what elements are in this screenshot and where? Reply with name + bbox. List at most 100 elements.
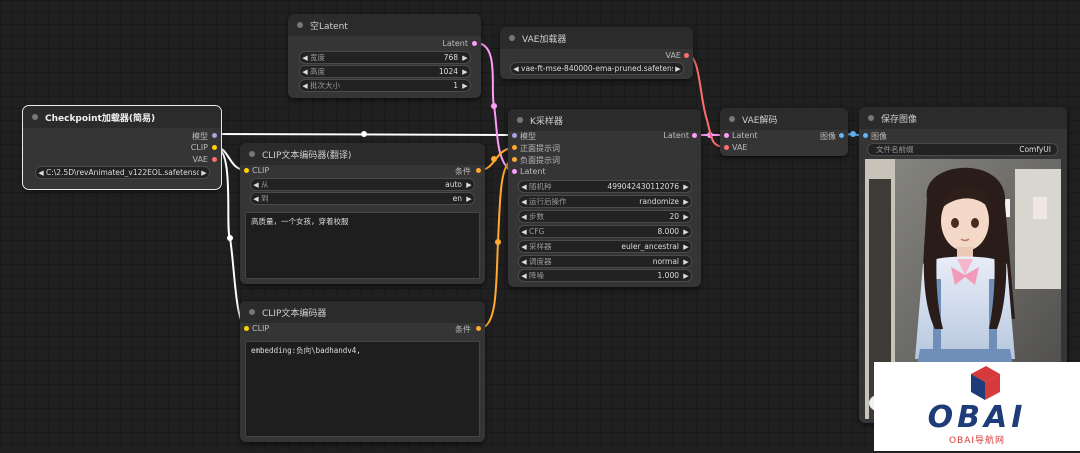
decrement-arrow-icon[interactable]: ◀ xyxy=(300,68,310,76)
widget-label: 文件名前缀 xyxy=(876,145,914,154)
decrement-arrow-icon[interactable]: ◀ xyxy=(519,198,529,206)
watermark-logo: OBAI OBAI导航网 xyxy=(874,362,1080,451)
increment-arrow-icon[interactable]: ▶ xyxy=(681,228,691,236)
input-clip-socket[interactable] xyxy=(244,168,249,173)
output-latent-socket[interactable] xyxy=(472,41,477,46)
decrement-arrow-icon[interactable]: ◀ xyxy=(36,169,46,177)
widget-label: 降噪 xyxy=(529,271,544,280)
sampler-widget[interactable]: ◀ 采样器 euler_ancestral ▶ xyxy=(518,240,692,253)
widget-label: 调度器 xyxy=(529,257,552,266)
decrement-arrow-icon[interactable]: ◀ xyxy=(300,54,310,62)
output-latent-socket[interactable] xyxy=(692,133,697,138)
output-vae-label: VAE xyxy=(665,51,682,60)
node-checkpoint-loader[interactable]: Checkpoint加载器(简易) 模型 CLIP VAE ◀ C:\2.5D\… xyxy=(22,105,222,190)
scheduler-widget[interactable]: ◀ 调度器 normal ▶ xyxy=(518,255,692,268)
wire-cond-positive-midpoint xyxy=(491,156,497,162)
output-clip-socket[interactable] xyxy=(212,145,217,150)
input-latent-socket[interactable] xyxy=(512,169,517,174)
input-positive-socket[interactable] xyxy=(512,145,517,150)
node-ksampler[interactable]: K采样器 模型 正面提示词 负面提示词 Latent Latent ◀ 随机种 … xyxy=(508,109,701,287)
increment-arrow-icon[interactable]: ▶ xyxy=(681,243,691,251)
filename-prefix-widget[interactable]: 文件名前缀 ComfyUI xyxy=(867,143,1058,156)
output-vae-label: VAE xyxy=(192,155,209,164)
increment-arrow-icon[interactable]: ▶ xyxy=(199,169,209,177)
increment-arrow-icon[interactable]: ▶ xyxy=(681,258,691,266)
node-title: 空Latent xyxy=(288,14,481,36)
input-image-socket[interactable] xyxy=(863,133,868,138)
node-title: K采样器 xyxy=(508,109,701,131)
ckpt-name-widget[interactable]: ◀ C:\2.5D\revAnimated_v122EOL.safetensor… xyxy=(35,166,210,179)
widget-value: 1024 xyxy=(438,67,458,76)
decrement-arrow-icon[interactable]: ◀ xyxy=(519,258,529,266)
decrement-arrow-icon[interactable]: ◀ xyxy=(300,82,310,90)
height-widget[interactable]: ◀ 高度 1024 ▶ xyxy=(299,65,471,78)
decrement-arrow-icon[interactable]: ◀ xyxy=(519,183,529,191)
prompt-textarea[interactable]: embedding:负向\badhandv4, xyxy=(245,341,480,437)
node-vae-decode[interactable]: VAE解码 Latent VAE 图像 xyxy=(720,108,848,156)
widget-value: 8.000 xyxy=(657,227,679,236)
node-title: CLIP文本编码器 xyxy=(240,301,485,323)
decrement-arrow-icon[interactable]: ◀ xyxy=(251,181,261,189)
output-clip-label: CLIP xyxy=(190,143,208,152)
widget-value: 499042430112076 xyxy=(607,182,679,191)
increment-arrow-icon[interactable]: ▶ xyxy=(673,65,683,73)
widget-label: 高度 xyxy=(310,67,325,76)
widget-value: 768 xyxy=(443,53,458,62)
node-title: Checkpoint加载器(简易) xyxy=(23,106,221,128)
increment-arrow-icon[interactable]: ▶ xyxy=(460,54,470,62)
input-clip-socket[interactable] xyxy=(244,326,249,331)
input-model-label: 模型 xyxy=(520,132,536,141)
decrement-arrow-icon[interactable]: ◀ xyxy=(519,272,529,280)
output-latent-label: Latent xyxy=(442,39,468,48)
output-vae-socket[interactable] xyxy=(212,157,217,162)
decrement-arrow-icon[interactable]: ◀ xyxy=(519,213,529,221)
denoise-widget[interactable]: ◀ 降噪 1.000 ▶ xyxy=(518,269,692,282)
input-latent-socket[interactable] xyxy=(724,133,729,138)
cfg-widget[interactable]: ◀ CFG 8.000 ▶ xyxy=(518,225,692,238)
width-widget[interactable]: ◀ 宽度 768 ▶ xyxy=(299,51,471,64)
widget-label: 从 xyxy=(261,180,269,189)
node-vae-loader[interactable]: VAE加载器 VAE ◀ vae-ft-mse-840000-ema-prune… xyxy=(500,27,693,79)
increment-arrow-icon[interactable]: ▶ xyxy=(681,183,691,191)
increment-arrow-icon[interactable]: ▶ xyxy=(681,198,691,206)
from-lang-widget[interactable]: ◀ 从 auto ▶ xyxy=(250,178,475,191)
input-vae-socket[interactable] xyxy=(724,145,729,150)
widget-label: 到 xyxy=(261,194,269,203)
input-model-socket[interactable] xyxy=(512,133,517,138)
seed-widget[interactable]: ◀ 随机种 499042430112076 ▶ xyxy=(518,180,692,193)
input-image-label: 图像 xyxy=(871,132,887,141)
decrement-arrow-icon[interactable]: ◀ xyxy=(511,65,521,73)
batch-size-widget[interactable]: ◀ 批次大小 1 ▶ xyxy=(299,79,471,92)
widget-label: 宽度 xyxy=(310,53,325,62)
wire-clip-midpoint xyxy=(227,235,233,241)
output-image-label: 图像 xyxy=(820,132,836,141)
increment-arrow-icon[interactable]: ▶ xyxy=(681,272,691,280)
increment-arrow-icon[interactable]: ▶ xyxy=(464,195,474,203)
output-model-socket[interactable] xyxy=(212,133,217,138)
output-cond-socket[interactable] xyxy=(476,168,481,173)
output-image-socket[interactable] xyxy=(839,133,844,138)
wire-latent-midpoint xyxy=(491,103,497,109)
decrement-arrow-icon[interactable]: ◀ xyxy=(519,243,529,251)
input-negative-socket[interactable] xyxy=(512,157,517,162)
increment-arrow-icon[interactable]: ▶ xyxy=(460,68,470,76)
steps-widget[interactable]: ◀ 步数 20 ▶ xyxy=(518,210,692,223)
node-empty-latent[interactable]: 空Latent Latent ◀ 宽度 768 ▶ ◀ 高度 1024 ▶ ◀ … xyxy=(288,14,481,98)
node-clip-text-translate[interactable]: CLIP文本编码器(翻译) CLIP 条件 ◀ 从 auto ▶ ◀ 到 en … xyxy=(240,143,485,284)
increment-arrow-icon[interactable]: ▶ xyxy=(464,181,474,189)
widget-label: 批次大小 xyxy=(310,81,340,90)
node-clip-text[interactable]: CLIP文本编码器 CLIP 条件 embedding:负向\badhandv4… xyxy=(240,301,485,442)
increment-arrow-icon[interactable]: ▶ xyxy=(460,82,470,90)
vae-name-widget[interactable]: ◀ vae-ft-mse-840000-ema-pruned.safetenso… xyxy=(510,62,684,75)
widget-value: vae-ft-mse-840000-ema-pruned.safetensors xyxy=(521,64,673,73)
widget-label: 步数 xyxy=(529,212,544,221)
decrement-arrow-icon[interactable]: ◀ xyxy=(519,228,529,236)
control-after-generate-widget[interactable]: ◀ 运行后操作 randomize ▶ xyxy=(518,195,692,208)
to-lang-widget[interactable]: ◀ 到 en ▶ xyxy=(250,192,475,205)
widget-value: euler_ancestral xyxy=(621,242,679,251)
prompt-textarea[interactable]: 高质量，一个女孩，穿着校服 xyxy=(245,212,480,279)
output-vae-socket[interactable] xyxy=(684,53,689,58)
decrement-arrow-icon[interactable]: ◀ xyxy=(251,195,261,203)
output-cond-socket[interactable] xyxy=(476,326,481,331)
increment-arrow-icon[interactable]: ▶ xyxy=(681,213,691,221)
